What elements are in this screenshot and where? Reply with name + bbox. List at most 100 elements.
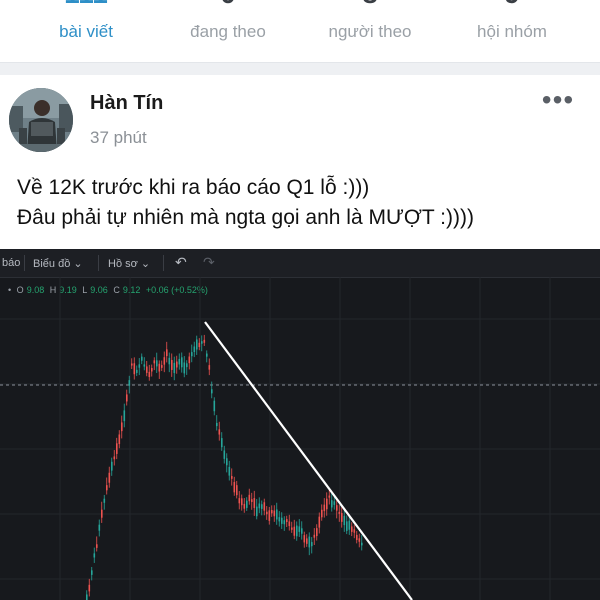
candle-body <box>178 358 181 365</box>
candle-body <box>86 594 88 600</box>
candle-body <box>263 502 266 511</box>
candle-body <box>158 363 161 372</box>
candle-body <box>286 519 288 523</box>
candle-body <box>246 500 248 508</box>
candle-body <box>343 515 346 526</box>
avatar[interactable] <box>9 88 73 152</box>
candle-body <box>181 357 183 368</box>
candle-body <box>151 368 153 372</box>
candle-body <box>221 438 223 448</box>
candle-body <box>208 365 211 370</box>
candle-body <box>146 366 148 373</box>
candle-body <box>176 361 178 368</box>
candle-body <box>153 360 156 364</box>
candle-body <box>333 501 336 505</box>
candle-body <box>358 538 361 542</box>
candle-body <box>161 365 163 368</box>
tab-followers-count: 8 <box>295 0 445 8</box>
post-text-line: Về 12K trước khi ra báo cáo Q1 lỗ :))) <box>17 176 370 199</box>
candle-body <box>308 536 311 548</box>
candle-body <box>311 542 313 547</box>
candle-body <box>256 506 258 517</box>
candle-body <box>148 371 151 378</box>
candle-body <box>331 500 333 508</box>
candle-body <box>266 511 268 515</box>
candle-body <box>108 472 111 483</box>
post-text-line: Đâu phải tự nhiên mà ngta gọi anh là MƯỢ… <box>17 206 474 229</box>
candle-body <box>233 482 236 493</box>
candle-body <box>281 517 283 524</box>
candle-body <box>138 364 141 368</box>
candle-body <box>248 494 251 502</box>
candle-body <box>166 349 168 357</box>
more-options-icon[interactable]: ••• <box>538 85 578 115</box>
candle-body <box>126 394 128 402</box>
tab-following-label: đang theo <box>190 22 266 41</box>
candle-body <box>183 362 186 374</box>
candle-body <box>241 498 243 506</box>
candle-body <box>243 503 246 509</box>
candle-body <box>288 521 291 526</box>
candle-body <box>218 429 221 435</box>
candle-body <box>356 534 358 540</box>
candle-body <box>141 356 143 361</box>
candle-body <box>306 538 308 544</box>
candle-body <box>321 509 323 518</box>
candle-body <box>278 517 281 522</box>
candle-body <box>258 503 261 509</box>
trend-line <box>204 321 413 600</box>
candle-body <box>171 359 173 370</box>
candle-body <box>273 510 276 517</box>
candle-body <box>318 516 321 528</box>
candle-body <box>251 499 253 502</box>
candle-body <box>101 509 103 518</box>
post-text: Về 12K trước khi ra báo cáo Q1 lỗ :))) Đ… <box>17 173 587 233</box>
candle-body <box>203 339 206 343</box>
candle-body <box>283 520 286 525</box>
candle-body <box>201 341 203 344</box>
candle-body <box>206 353 208 357</box>
candle-body <box>296 525 298 537</box>
candle-body <box>113 456 116 460</box>
candle-body <box>341 512 343 522</box>
price-chart <box>0 277 600 600</box>
tab-posts-label: bài viết <box>59 22 113 41</box>
candle-body <box>156 360 158 367</box>
tab-followers[interactable]: 8 người theo <box>295 0 445 62</box>
avatar-image <box>9 88 73 152</box>
candle-body <box>216 422 218 427</box>
candle-body <box>301 528 303 534</box>
candle-body <box>298 526 301 532</box>
candle-body <box>188 356 191 364</box>
post-time: 37 phút <box>90 128 147 147</box>
candle-body <box>236 485 238 496</box>
post-card: Hàn Tín 37 phút ••• Về 12K trước khi ra … <box>0 75 600 600</box>
tab-groups[interactable]: 9 hội nhóm <box>437 0 587 62</box>
candle-body <box>103 498 106 503</box>
tab-groups-count: 9 <box>437 0 587 8</box>
author-name[interactable]: Hàn Tín <box>90 92 163 115</box>
candle-body <box>123 410 126 422</box>
candle-body <box>351 526 353 532</box>
candle-body <box>196 339 198 350</box>
candle-body <box>118 434 121 445</box>
tab-posts[interactable]: 111 bài viết <box>11 0 161 62</box>
candle-body <box>228 466 231 476</box>
candle-body <box>168 357 171 365</box>
candle-body <box>133 363 136 375</box>
candle-body <box>261 504 263 509</box>
candle-body <box>336 505 338 511</box>
candle-body <box>313 534 316 538</box>
candle-body <box>348 520 351 530</box>
profile-tab-bar: 111 bài viết 0 đang theo 8 người theo 9 … <box>0 0 600 63</box>
attached-chart-image[interactable]: báo Biểu đồ ⌄ Hồ sơ ⌄ ↶ ↷ • O 9.08 H 9.19 … <box>0 249 600 600</box>
section-divider <box>0 63 600 75</box>
candle-body <box>131 363 133 366</box>
candle-body <box>253 498 256 508</box>
candle-body <box>163 357 166 365</box>
candle-body <box>326 498 328 510</box>
candle-body <box>143 364 146 367</box>
candle-body <box>106 485 108 491</box>
tab-groups-label: hội nhóm <box>477 22 547 41</box>
tab-following[interactable]: 0 đang theo <box>153 0 303 62</box>
